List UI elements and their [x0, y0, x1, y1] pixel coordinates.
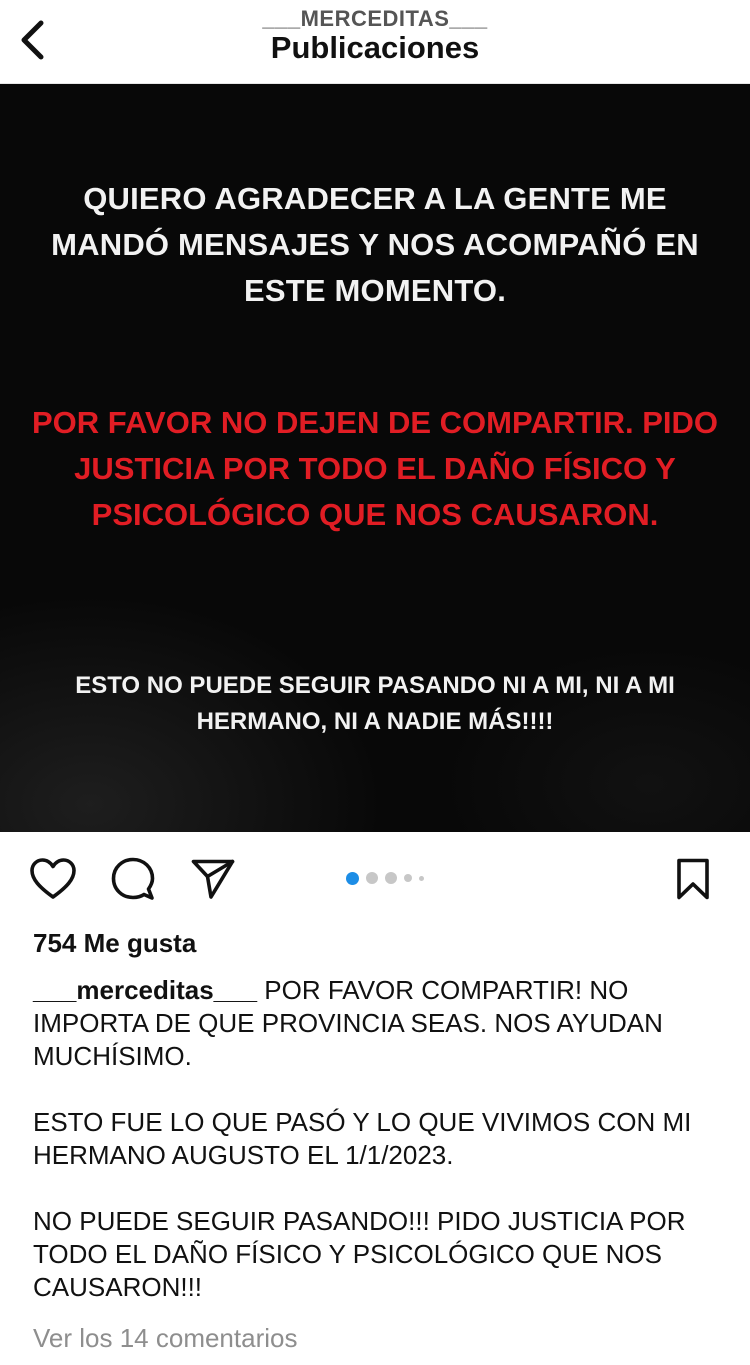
heart-icon	[30, 858, 76, 899]
caption-paragraph: ___merceditas___ POR FAVOR COMPARTIR! NO…	[33, 974, 723, 1073]
carousel-dot	[419, 875, 424, 881]
comment-button[interactable]	[108, 856, 158, 902]
caption-paragraph: ESTO FUE LO QUE PASÓ Y LO QUE VIVIMOS CO…	[33, 1107, 692, 1170]
bookmark-icon	[677, 858, 709, 900]
post-image[interactable]: QUIERO AGRADECER A LA GENTE ME MANDÓ MEN…	[0, 84, 750, 832]
likes-count[interactable]: 754 Me gusta	[33, 928, 196, 959]
comment-icon	[111, 857, 155, 900]
caption-paragraph: NO PUEDE SEGUIR PASANDO!!! PIDO JUSTICIA…	[33, 1206, 686, 1302]
view-comments-link[interactable]: Ver los 14 comentarios	[33, 1323, 297, 1354]
post-action-bar	[0, 832, 750, 924]
share-button[interactable]	[188, 856, 238, 902]
carousel-indicator	[346, 871, 424, 885]
carousel-dot-active	[346, 871, 359, 885]
profile-username[interactable]: ___MERCEDITAS___	[0, 6, 750, 32]
carousel-dot	[366, 872, 378, 884]
image-text-justice: POR FAVOR NO DEJEN DE COMPARTIR. PIDO JU…	[31, 405, 719, 532]
page-title: Publicaciones	[270, 30, 480, 65]
carousel-dot	[404, 874, 412, 882]
image-text-no-more: ESTO NO PUEDE SEGUIR PASANDO NI A MI, NI…	[75, 672, 675, 735]
caption-username[interactable]: ___merceditas___	[33, 975, 257, 1005]
share-icon	[191, 859, 235, 899]
image-text-thanks: QUIERO AGRADECER A LA GENTE ME MANDÓ MEN…	[51, 181, 699, 308]
save-button[interactable]	[668, 856, 718, 902]
like-button[interactable]	[28, 856, 78, 902]
post-caption: ___merceditas___ POR FAVOR COMPARTIR! NO…	[33, 974, 723, 1304]
carousel-dot	[385, 872, 397, 884]
top-nav-bar: ___MERCEDITAS___ Publicaciones	[0, 0, 750, 84]
